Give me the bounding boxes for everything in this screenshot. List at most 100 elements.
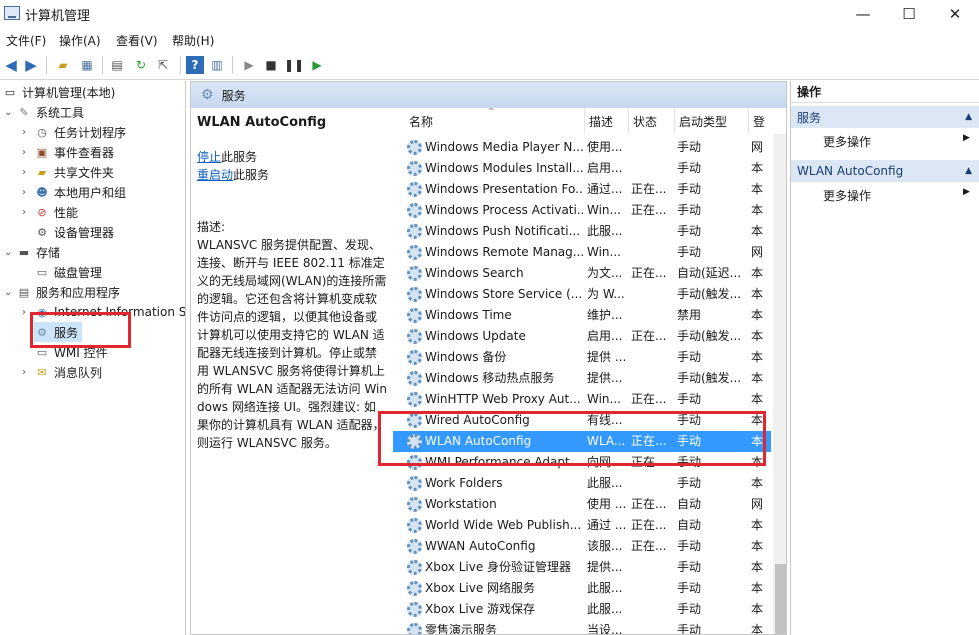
service-row[interactable]: WWAN AutoConfig 该服... 正在... 手动 本 bbox=[393, 536, 771, 557]
service-row[interactable]: Workstation 使用 ... 正在... 自动 网 bbox=[393, 494, 771, 515]
service-startup-cell: 手动 bbox=[677, 140, 702, 154]
service-row[interactable]: Windows Search 为文... 正在... 自动(延迟... 本 bbox=[393, 263, 771, 284]
column-startup-type[interactable]: 启动类型 bbox=[675, 108, 749, 134]
collapsed-chevron-icon[interactable]: › bbox=[22, 167, 34, 178]
service-gear-icon bbox=[407, 392, 422, 407]
service-row[interactable]: WinHTTP Web Proxy Aut... Win... 正在... 手动 本 bbox=[393, 389, 771, 410]
service-name-cell: Xbox Live 身份验证管理器 bbox=[425, 560, 572, 574]
service-row[interactable]: Windows 移动热点服务 提供... 手动(触发... 本 bbox=[393, 368, 771, 389]
service-row[interactable]: World Wide Web Publish... 通过 ... 正在... 自动 本 bbox=[393, 515, 771, 536]
collapsed-chevron-icon[interactable]: › bbox=[22, 207, 34, 218]
tree-label: 性能 bbox=[54, 205, 79, 220]
service-name-cell: Windows Store Service (... bbox=[425, 287, 583, 301]
tree-item-event-viewer[interactable]: › ▣ 事件查看器 bbox=[22, 142, 114, 162]
expanded-chevron-icon[interactable]: ⌄ bbox=[4, 287, 16, 298]
export-list-icon[interactable]: ⇱ bbox=[154, 56, 172, 74]
collapsed-chevron-icon[interactable]: › bbox=[22, 147, 34, 158]
service-row[interactable]: Xbox Live 网络服务 此服... 手动 本 bbox=[393, 578, 771, 599]
help-icon[interactable]: ? bbox=[186, 56, 204, 74]
tree-item-system-tools[interactable]: ⌄ ✎ 系统工具 bbox=[4, 102, 84, 122]
service-row[interactable]: Xbox Live 游戏保存 此服... 手动 本 bbox=[393, 599, 771, 620]
start-service-icon[interactable]: ▶ bbox=[240, 56, 258, 74]
service-logon-cell: 本 bbox=[751, 371, 764, 385]
restart-suffix: 此服务 bbox=[233, 168, 270, 182]
service-row[interactable]: Windows Media Player N... 使用... 手动 网 bbox=[393, 137, 771, 158]
menu-view[interactable]: 查看(V) bbox=[116, 32, 158, 49]
collapsed-chevron-icon[interactable]: › bbox=[22, 367, 34, 378]
menu-file[interactable]: 文件(F) bbox=[6, 32, 46, 49]
menu-help[interactable]: 帮助(H) bbox=[172, 32, 214, 49]
tree-item-device-manager[interactable]: ⚙ 设备管理器 bbox=[34, 222, 114, 242]
pause-service-icon[interactable]: ❚❚ bbox=[284, 56, 304, 74]
service-row[interactable]: Windows Presentation Fo... 通过... 正在... 手动 本 bbox=[393, 179, 771, 200]
column-status[interactable]: 状态 bbox=[629, 108, 675, 134]
tree-item-local-users-groups[interactable]: › ☻ 本地用户和组 bbox=[22, 182, 126, 202]
refresh-icon[interactable]: ↻ bbox=[132, 56, 150, 74]
service-row[interactable]: Work Folders 此服... 手动 本 bbox=[393, 473, 771, 494]
service-startup-cell: 手动(触发... bbox=[677, 371, 742, 385]
actions-section-services[interactable]: 服务 ▲ bbox=[791, 106, 979, 128]
service-row[interactable]: 零售演示服务 当设... 手动 本 bbox=[393, 620, 771, 634]
restart-service-link[interactable]: 重启动 bbox=[197, 168, 233, 182]
actions-section-wlan[interactable]: WLAN AutoConfig ▲ bbox=[791, 160, 979, 182]
service-row[interactable]: Windows Store Service (... 为 W... 手动(触发...… bbox=[393, 284, 771, 305]
service-row[interactable]: Windows Process Activati... Win... 正在... 手动… bbox=[393, 200, 771, 221]
service-startup-cell: 禁用 bbox=[677, 308, 702, 322]
scrollbar-thumb[interactable] bbox=[775, 564, 786, 634]
service-startup-cell: 手动 bbox=[677, 224, 702, 238]
tree-item-services-applications[interactable]: ⌄ ▤ 服务和应用程序 bbox=[4, 282, 120, 302]
tree-label: 共享文件夹 bbox=[54, 165, 115, 180]
forward-icon[interactable]: ▶ bbox=[22, 56, 40, 74]
stop-service-icon[interactable]: ■ bbox=[262, 56, 280, 74]
service-name-cell: Xbox Live 游戏保存 bbox=[425, 602, 536, 616]
service-row[interactable]: Windows Push Notificati... 此服... 手动 本 bbox=[393, 221, 771, 242]
tree-item-shared-folders[interactable]: › ▰ 共享文件夹 bbox=[22, 162, 114, 182]
service-name-cell: Windows 移动热点服务 bbox=[425, 371, 555, 385]
service-row[interactable]: Windows Update 启用... 正在... 手动(触发... 本 bbox=[393, 326, 771, 347]
service-gear-icon bbox=[407, 329, 422, 344]
stop-service-link[interactable]: 停止 bbox=[197, 150, 221, 164]
service-name-cell: Windows Search bbox=[425, 266, 524, 280]
submenu-arrow-icon: ▶ bbox=[963, 187, 970, 197]
expanded-chevron-icon[interactable]: ⌄ bbox=[4, 247, 16, 258]
service-row[interactable]: Xbox Live 身份验证管理器 提供... 手动 本 bbox=[393, 557, 771, 578]
tree-item-message-queuing[interactable]: › ✉ 消息队列 bbox=[22, 362, 102, 382]
maximize-button[interactable]: ☐ bbox=[886, 0, 932, 28]
more-actions-item[interactable]: 更多操作 bbox=[823, 187, 871, 204]
service-row[interactable]: Windows Modules Install... 启用... 手动 本 bbox=[393, 158, 771, 179]
tree-item-task-scheduler[interactable]: › ◷ 任务计划程序 bbox=[22, 122, 126, 142]
properties-icon[interactable]: ▤ bbox=[108, 56, 126, 74]
tree-item-computer-management[interactable]: ▭ 计算机管理(本地) bbox=[2, 82, 116, 102]
device-manager-icon: ⚙ bbox=[37, 225, 47, 239]
vertical-scrollbar[interactable] bbox=[773, 134, 786, 634]
back-icon[interactable]: ◀ bbox=[2, 56, 20, 74]
collapsed-chevron-icon[interactable]: › bbox=[22, 187, 34, 198]
collapse-arrow-icon[interactable]: ▲ bbox=[965, 112, 972, 122]
more-actions-item[interactable]: 更多操作 bbox=[823, 133, 871, 150]
column-description[interactable]: 描述 bbox=[585, 108, 629, 134]
description-label: 描述: bbox=[197, 220, 226, 234]
up-folder-icon[interactable]: ▰ bbox=[54, 56, 72, 74]
column-logon[interactable]: 登 bbox=[749, 108, 779, 134]
tree-item-storage[interactable]: ⌄ ▬ 存储 bbox=[4, 242, 60, 262]
service-desc-cell: 通过... bbox=[587, 182, 623, 196]
expanded-chevron-icon[interactable]: ⌄ bbox=[4, 107, 16, 118]
close-button[interactable]: ✕ bbox=[932, 0, 978, 28]
show-hide-tree-icon[interactable]: ▦ bbox=[78, 56, 96, 74]
menu-action[interactable]: 操作(A) bbox=[59, 32, 101, 49]
service-status-cell: 正在... bbox=[631, 539, 667, 553]
tree-item-performance[interactable]: › ⊘ 性能 bbox=[22, 202, 78, 222]
collapsed-chevron-icon[interactable]: › bbox=[22, 127, 34, 138]
minimize-button[interactable]: — bbox=[840, 0, 886, 28]
service-desc-cell: 此服... bbox=[587, 581, 623, 595]
tree-item-disk-management[interactable]: ▭ 磁盘管理 bbox=[34, 262, 102, 282]
service-row[interactable]: Windows Time 维护... 禁用 本 bbox=[393, 305, 771, 326]
collapse-arrow-icon[interactable]: ▲ bbox=[965, 166, 972, 176]
event-viewer-icon: ▣ bbox=[36, 145, 48, 159]
show-action-pane-icon[interactable]: ▥ bbox=[208, 56, 226, 74]
restart-service-icon[interactable]: ▶ bbox=[308, 56, 326, 74]
service-gear-icon bbox=[407, 581, 422, 596]
service-row[interactable]: Windows 备份 提供 ... 手动 本 bbox=[393, 347, 771, 368]
service-name-cell: Windows Modules Install... bbox=[425, 161, 583, 175]
service-row[interactable]: Windows Remote Manag... Win... 手动 网 bbox=[393, 242, 771, 263]
